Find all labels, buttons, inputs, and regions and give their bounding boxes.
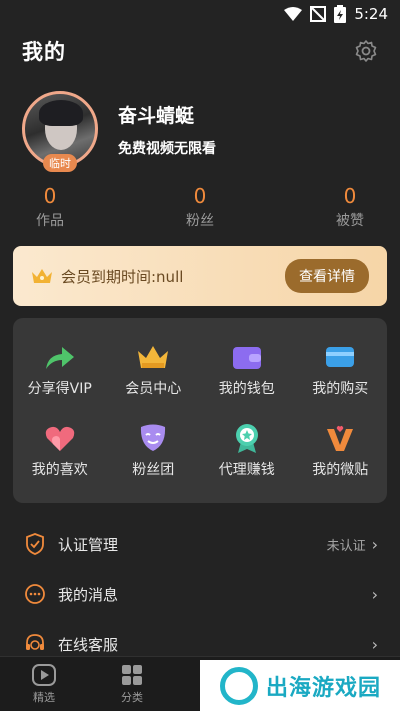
status-time: 5:24 bbox=[354, 5, 388, 23]
card-icon bbox=[326, 347, 355, 368]
menu-item-messages[interactable]: 我的消息 › bbox=[0, 569, 400, 619]
profile-section: 临时 奋斗蜻蜓 免费视频无限看 bbox=[0, 74, 400, 172]
v-heart-icon bbox=[327, 425, 354, 451]
settings-gear-icon[interactable] bbox=[354, 39, 378, 63]
tab-label: 分类 bbox=[121, 690, 143, 704]
grid-item-posts[interactable]: 我的微贴 bbox=[294, 411, 388, 492]
crown-icon bbox=[32, 269, 52, 283]
battery-icon bbox=[334, 5, 347, 23]
vip-info: 会员到期时间:null bbox=[31, 266, 183, 287]
grid-item-agent[interactable]: 代理赚钱 bbox=[200, 411, 294, 492]
vip-expiry-text: 会员到期时间:null bbox=[61, 267, 184, 286]
grid-icon bbox=[122, 664, 142, 685]
grid-item-purchases[interactable]: 我的购买 bbox=[294, 330, 388, 411]
stat-fans[interactable]: 0 粉丝 bbox=[170, 184, 230, 230]
grid-item-fan-club[interactable]: 粉丝团 bbox=[107, 411, 201, 492]
page-header: 我的 bbox=[0, 28, 400, 74]
medal-icon bbox=[235, 423, 258, 453]
stat-value: 0 bbox=[343, 184, 357, 208]
headset-icon bbox=[26, 634, 44, 650]
share-arrow-icon bbox=[45, 347, 74, 370]
crown-icon bbox=[138, 346, 169, 369]
message-icon bbox=[25, 584, 45, 604]
settings-menu: 认证管理 未认证 › 我的消息 › 在线客服 › bbox=[0, 519, 400, 669]
no-signal-icon bbox=[310, 6, 327, 22]
grid-item-share-vip[interactable]: 分享得VIP bbox=[13, 330, 107, 411]
stat-label: 被赞 bbox=[336, 213, 364, 229]
user-name: 奋斗蜻蜓 bbox=[118, 104, 195, 127]
grid-item-label: 代理赚钱 bbox=[218, 461, 275, 478]
watermark-logo: 出海游戏园 bbox=[200, 660, 400, 711]
chevron-right-icon: › bbox=[371, 584, 378, 604]
watermark-text: 出海游戏园 bbox=[266, 675, 382, 701]
vip-banner: 会员到期时间:null 查看详情 bbox=[13, 246, 387, 306]
menu-item-verification[interactable]: 认证管理 未认证 › bbox=[0, 519, 400, 569]
watermark-circle-icon bbox=[220, 666, 258, 705]
stats-row: 0 作品 0 粉丝 0 被赞 bbox=[0, 184, 400, 230]
heart-icon bbox=[45, 426, 74, 451]
profile-info: 奋斗蜻蜓 免费视频无限看 bbox=[118, 101, 216, 158]
grid-item-label: 粉丝团 bbox=[132, 461, 175, 478]
stat-likes[interactable]: 0 被赞 bbox=[320, 184, 380, 230]
status-bar: 5:24 bbox=[0, 0, 400, 28]
menu-item-label: 我的消息 bbox=[58, 585, 119, 604]
chevron-right-icon: › bbox=[371, 634, 378, 654]
shield-icon bbox=[26, 533, 44, 555]
verification-status: 未认证 bbox=[326, 538, 366, 554]
stat-value: 0 bbox=[43, 184, 57, 208]
grid-item-label: 会员中心 bbox=[125, 381, 182, 398]
menu-item-label: 在线客服 bbox=[58, 635, 119, 654]
grid-item-label: 我的微贴 bbox=[312, 461, 369, 478]
tab-categories[interactable]: 分类 bbox=[88, 657, 176, 711]
page-title: 我的 bbox=[22, 40, 66, 64]
stat-label: 粉丝 bbox=[186, 213, 214, 229]
tab-featured[interactable]: 精选 bbox=[0, 657, 88, 711]
grid-item-wallet[interactable]: 我的钱包 bbox=[200, 330, 294, 411]
wifi-icon bbox=[284, 7, 303, 21]
feature-grid: 分享得VIP 会员中心 我的钱包 我的购买 我的喜欢 粉丝团 代理赚钱 我的微贴 bbox=[13, 318, 387, 503]
grid-item-label: 我的购买 bbox=[312, 381, 369, 398]
grid-item-label: 我的喜欢 bbox=[31, 461, 88, 478]
chevron-right-icon: › bbox=[371, 534, 378, 554]
stat-works[interactable]: 0 作品 bbox=[20, 184, 80, 230]
play-icon bbox=[32, 663, 56, 686]
avatar-hair bbox=[39, 100, 83, 126]
avatar[interactable]: 临时 bbox=[22, 91, 98, 172]
grid-item-vip-center[interactable]: 会员中心 bbox=[107, 330, 201, 411]
stat-label: 作品 bbox=[36, 213, 64, 229]
tab-label: 精选 bbox=[33, 690, 55, 704]
grid-item-label: 我的钱包 bbox=[218, 381, 275, 398]
mask-icon bbox=[141, 424, 166, 451]
user-subtitle: 免费视频无限看 bbox=[118, 140, 216, 157]
temporary-badge: 临时 bbox=[43, 154, 77, 172]
menu-item-label: 认证管理 bbox=[58, 535, 119, 554]
grid-item-likes[interactable]: 我的喜欢 bbox=[13, 411, 107, 492]
grid-item-label: 分享得VIP bbox=[27, 381, 92, 398]
wallet-icon bbox=[232, 347, 261, 370]
stat-value: 0 bbox=[193, 184, 207, 208]
view-details-button[interactable]: 查看详情 bbox=[285, 259, 369, 293]
